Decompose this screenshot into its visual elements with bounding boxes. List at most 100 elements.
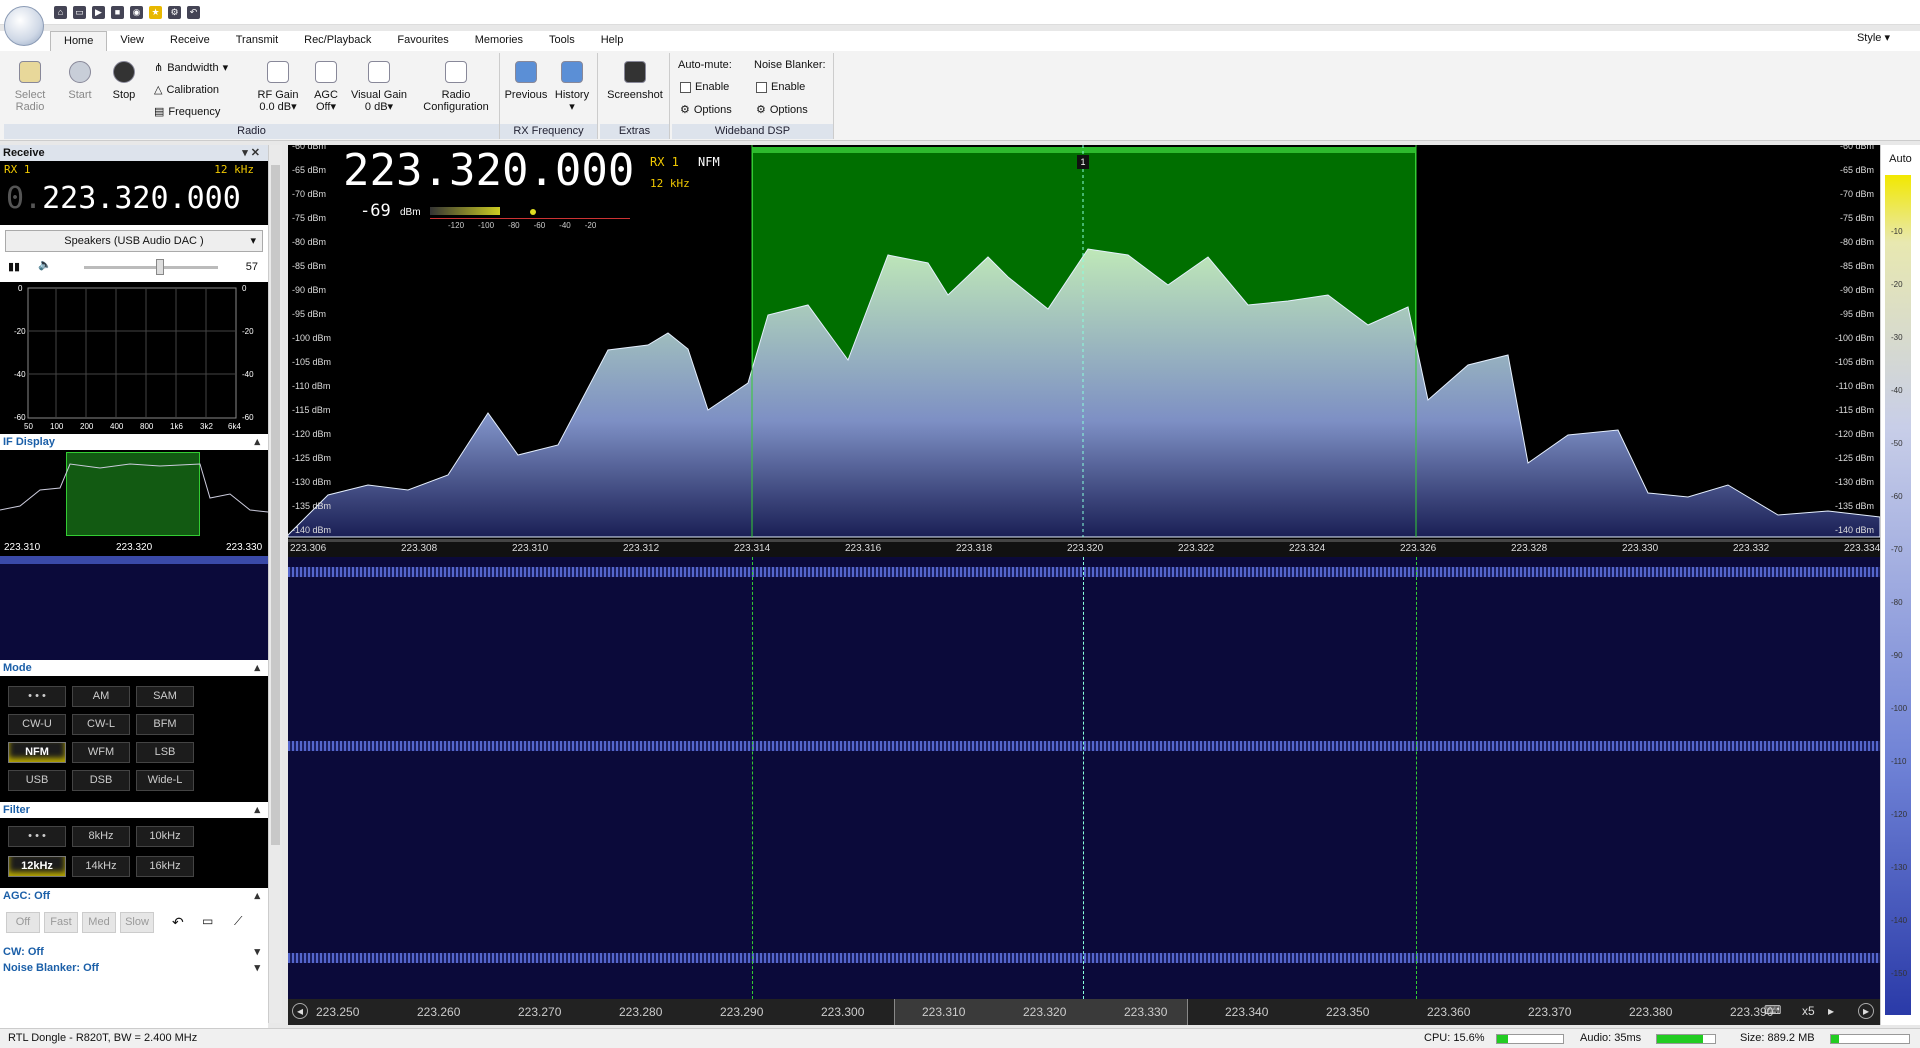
quick-access-toolbar: ⌂ ▭ ▶ ■ ◉ ★ ⚙ ↶: [54, 6, 200, 19]
chart-icon[interactable]: ⟋: [234, 914, 242, 929]
agc-slow-button[interactable]: Slow: [120, 912, 154, 933]
mode-usb-button[interactable]: USB: [8, 770, 66, 791]
settings-icon[interactable]: ⚙: [168, 6, 181, 19]
colour-scale-bar[interactable]: [1885, 175, 1911, 1015]
tab-memories[interactable]: Memories: [462, 31, 536, 51]
calibration-button[interactable]: △ Calibration: [154, 83, 219, 97]
tab-home[interactable]: Home: [50, 31, 108, 51]
filter-8khz-button[interactable]: 8kHz: [72, 826, 130, 847]
if-display-header[interactable]: IF Display ▴: [0, 434, 268, 450]
bars-icon[interactable]: ▮▮: [8, 260, 20, 273]
cw-header[interactable]: CW: Off ▾: [0, 944, 268, 960]
waterfall-axis[interactable]: ◂ 223.250 223.260 223.270 223.280 223.290 223…: [288, 999, 1880, 1025]
zoom-level[interactable]: x5: [1802, 1004, 1815, 1018]
mode-widel-button[interactable]: Wide-L: [136, 770, 194, 791]
noise-blanker-options-button[interactable]: ⚙ Options: [756, 103, 808, 117]
chevron-up-icon: ▴: [254, 436, 260, 448]
bandwidth-button[interactable]: ⋔ Bandwidth ▾: [154, 61, 228, 75]
previous-button[interactable]: Previous: [504, 61, 548, 101]
chevron-down-icon: ▾: [254, 946, 260, 958]
filter-more-button[interactable]: • • •: [8, 826, 66, 847]
play-icon[interactable]: ▶: [92, 6, 105, 19]
agc-med-button[interactable]: Med: [82, 912, 116, 933]
noise-blanker-enable-checkbox[interactable]: Enable: [756, 81, 805, 93]
mode-dsb-button[interactable]: DSB: [72, 770, 130, 791]
window-icon[interactable]: ▭: [202, 914, 213, 928]
screenshot-button[interactable]: Screenshot: [604, 61, 666, 101]
star-icon[interactable]: ★: [149, 6, 162, 19]
select-radio-button[interactable]: Select Radio: [10, 61, 50, 113]
auto-mute-enable-checkbox[interactable]: Enable: [680, 81, 729, 93]
app-menu-button[interactable]: [4, 6, 44, 46]
frequency-button[interactable]: ▤ Frequency: [154, 105, 220, 119]
mode-am-button[interactable]: AM: [72, 686, 130, 707]
close-icon[interactable]: ▾ ✕: [242, 145, 260, 161]
undo-icon[interactable]: ↶: [172, 914, 184, 931]
audio-x-label: 3k2: [200, 422, 213, 431]
mode-header[interactable]: Mode ▴: [0, 660, 268, 676]
agc-fast-button[interactable]: Fast: [44, 912, 78, 933]
filter-14khz-button[interactable]: 14kHz: [72, 856, 130, 877]
mode-sam-button[interactable]: SAM: [136, 686, 194, 707]
auto-scale-button[interactable]: Auto: [1881, 145, 1920, 173]
if-display-spectrum[interactable]: [0, 450, 268, 540]
undo-icon[interactable]: ↶: [187, 6, 200, 19]
frequency-display[interactable]: 0.223.320.000: [6, 181, 241, 216]
waterfall-axis-label: 223.310: [922, 1005, 966, 1019]
scroll-right-icon[interactable]: ▸: [1858, 1003, 1874, 1019]
mode-nfm-button[interactable]: NFM: [8, 742, 66, 763]
volume-slider[interactable]: [84, 259, 218, 275]
filter-10khz-button[interactable]: 10kHz: [136, 826, 194, 847]
agc-off-button[interactable]: Off: [6, 912, 40, 933]
mode-cwu-button[interactable]: CW-U: [8, 714, 66, 735]
tab-transmit[interactable]: Transmit: [223, 31, 291, 51]
y-axis-label: -60 dBm: [1839, 145, 1874, 151]
main-frequency-display[interactable]: 223.320.000: [343, 145, 634, 196]
marker-flag[interactable]: 1: [1077, 155, 1089, 169]
left-panel-scrollbar[interactable]: [268, 145, 282, 1023]
style-menu[interactable]: Style ▾: [1857, 31, 1890, 44]
waterfall-display[interactable]: [288, 557, 1880, 999]
rf-gain-button[interactable]: RF Gain 0.0 dB▾: [256, 61, 300, 113]
mode-wfm-button[interactable]: WFM: [72, 742, 130, 763]
mode-lsb-button[interactable]: LSB: [136, 742, 194, 763]
speaker-icon[interactable]: 🔈: [38, 258, 52, 271]
history-button[interactable]: History ▾: [550, 61, 594, 113]
keyboard-icon[interactable]: ⌨: [1764, 1003, 1781, 1017]
tab-rec-playback[interactable]: Rec/Playback: [291, 31, 384, 51]
filter-12khz-button[interactable]: 12kHz: [8, 856, 66, 877]
auto-mute-options-button[interactable]: ⚙ Options: [680, 103, 732, 117]
filter-header[interactable]: Filter ▴: [0, 802, 268, 818]
audio-device-select[interactable]: Speakers (USB Audio DAC ) ▾: [5, 230, 263, 252]
spectrum-display[interactable]: 1 223.320.000 RX 1 NFM 12 kHz -69 dBm -1…: [288, 145, 1880, 557]
globe-icon[interactable]: ◉: [130, 6, 143, 19]
home-icon[interactable]: ⌂: [54, 6, 67, 19]
noise-blanker-header[interactable]: Noise Blanker: Off ▾: [0, 960, 268, 976]
zoom-right-icon[interactable]: ▸: [1828, 1004, 1834, 1018]
rf-gain-icon: [267, 61, 289, 83]
agc-header[interactable]: AGC: Off ▴: [0, 888, 268, 904]
spectrum-x-axis[interactable]: 223.306 223.308 223.310 223.312 223.314 223.3…: [288, 539, 1880, 557]
scroll-left-icon[interactable]: ◂: [292, 1003, 308, 1019]
visual-gain-button[interactable]: Visual Gain 0 dB▾: [348, 61, 410, 113]
scroll-thumb[interactable]: [271, 165, 280, 845]
folder-icon[interactable]: ▭: [73, 6, 86, 19]
volume-thumb[interactable]: [156, 259, 164, 275]
tab-receive[interactable]: Receive: [157, 31, 223, 51]
stop-icon[interactable]: ■: [111, 6, 124, 19]
cpu-bar: [1496, 1034, 1564, 1044]
filter-16khz-button[interactable]: 16kHz: [136, 856, 194, 877]
start-button[interactable]: Start: [62, 61, 98, 101]
agc-button[interactable]: AGC Off▾: [308, 61, 344, 113]
stop-button[interactable]: Stop: [106, 61, 142, 101]
tab-view[interactable]: View: [107, 31, 157, 51]
tab-tools[interactable]: Tools: [536, 31, 588, 51]
mode-bfm-button[interactable]: BFM: [136, 714, 194, 735]
audio-x-label: 50: [24, 422, 33, 431]
mode-more-button[interactable]: • • •: [8, 686, 66, 707]
tab-favourites[interactable]: Favourites: [384, 31, 461, 51]
tab-help[interactable]: Help: [588, 31, 637, 51]
y-axis-label: -95 dBm: [1839, 309, 1874, 319]
mode-cwl-button[interactable]: CW-L: [72, 714, 130, 735]
radio-configuration-button[interactable]: Radio Configuration: [416, 61, 496, 113]
